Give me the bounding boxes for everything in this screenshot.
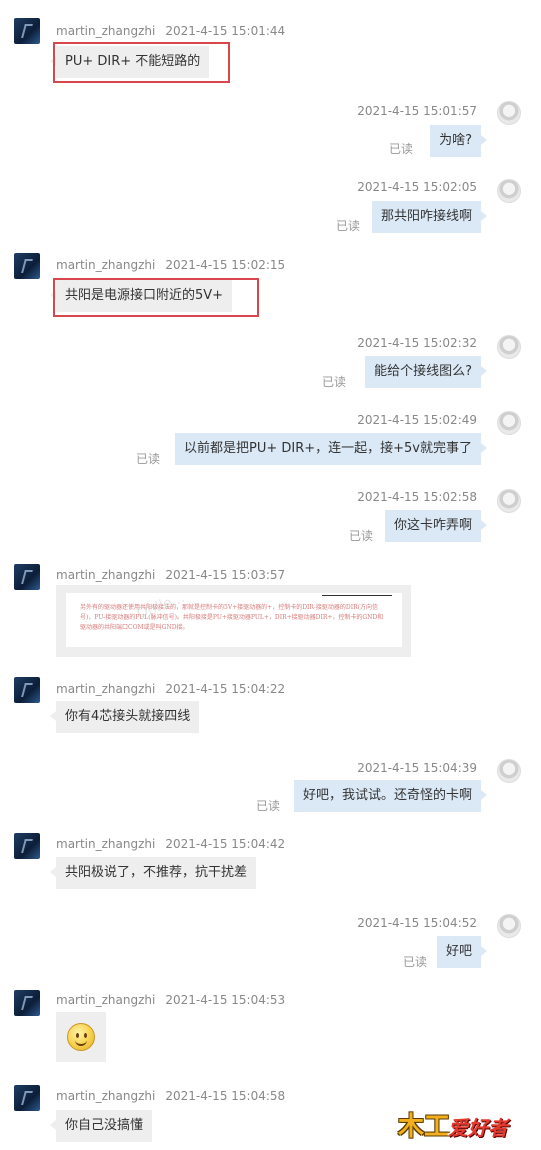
read-status: 已读 xyxy=(322,375,347,389)
message-bubble[interactable]: 你自己没搞懂 xyxy=(49,1110,153,1142)
message-bubble[interactable]: 好吧，我试试。还奇怪的卡啊 xyxy=(293,780,488,812)
timestamp: 2021-4-15 15:02:15 xyxy=(165,258,286,272)
site-logo: 木工 爱好者 xyxy=(398,1106,526,1142)
self-avatar[interactable] xyxy=(497,335,521,359)
timestamp: 2021-4-15 15:02:32 xyxy=(357,336,477,350)
message-bubble[interactable]: 那共阳咋接线啊 xyxy=(371,201,488,233)
timestamp: 2021-4-15 15:04:53 xyxy=(165,993,286,1007)
message-bubble[interactable]: 能给个接线图么? xyxy=(365,356,487,388)
message-bubble[interactable]: 你有4芯接头就接四线 xyxy=(49,701,200,733)
self-avatar[interactable] xyxy=(497,179,521,203)
read-status: 已读 xyxy=(403,955,428,969)
read-status: 已读 xyxy=(389,142,414,156)
message-meta: martin_zhangzhi 2021-4-15 15:01:44 xyxy=(56,24,285,38)
timestamp: 2021-4-15 15:01:57 xyxy=(357,104,477,118)
image-rule xyxy=(322,595,392,596)
read-status: 已读 xyxy=(336,219,361,233)
user-avatar[interactable] xyxy=(14,18,40,44)
read-status: 已读 xyxy=(136,452,161,466)
self-avatar[interactable] xyxy=(497,914,521,938)
timestamp: 2021-4-15 15:04:22 xyxy=(165,682,286,696)
message-bubble[interactable]: 好吧 xyxy=(436,936,488,968)
user-avatar[interactable] xyxy=(14,564,40,590)
screenshot-image: 另外有的驱动器还使用共阳极接法的，那就是控制卡的5V+接驱动器的+，控制卡的DI… xyxy=(66,593,402,647)
user-avatar[interactable] xyxy=(14,990,40,1016)
username: martin_zhangzhi xyxy=(56,568,156,582)
user-avatar[interactable] xyxy=(14,677,40,703)
timestamp: 2021-4-15 15:04:39 xyxy=(357,761,477,775)
message-bubble[interactable]: 你这卡咋弄啊 xyxy=(384,510,488,542)
highlight-box xyxy=(53,42,230,83)
message-meta: martin_zhangzhi 2021-4-15 15:04:22 xyxy=(56,682,285,696)
message-meta: martin_zhangzhi 2021-4-15 15:04:58 xyxy=(56,1089,285,1103)
timestamp: 2021-4-15 15:02:05 xyxy=(357,180,477,194)
logo-part-1: 木工 xyxy=(398,1112,451,1142)
user-avatar[interactable] xyxy=(14,833,40,859)
timestamp: 2021-4-15 15:03:57 xyxy=(165,568,286,582)
self-avatar[interactable] xyxy=(497,759,521,783)
self-avatar[interactable] xyxy=(497,489,521,513)
logo-part-2: 爱好者 xyxy=(448,1116,508,1140)
message-bubble[interactable]: 共阳极说了，不推荐，抗干扰差 xyxy=(49,857,257,889)
message-bubble[interactable]: 以前都是把PU+ DIR+，连一起，接+5v就完事了 xyxy=(174,433,488,465)
username: martin_zhangzhi xyxy=(56,837,156,851)
timestamp: 2021-4-15 15:01:44 xyxy=(165,24,286,38)
timestamp: 2021-4-15 15:02:49 xyxy=(357,413,477,427)
self-avatar[interactable] xyxy=(497,101,521,125)
message-meta: martin_zhangzhi 2021-4-15 15:04:42 xyxy=(56,837,285,851)
message-meta: martin_zhangzhi 2021-4-15 15:04:53 xyxy=(56,993,285,1007)
highlight-box xyxy=(53,278,259,317)
username: martin_zhangzhi xyxy=(56,682,156,696)
user-avatar[interactable] xyxy=(14,1085,40,1111)
username: martin_zhangzhi xyxy=(56,258,156,272)
username: martin_zhangzhi xyxy=(56,24,156,38)
image-text: 另外有的驱动器还使用共阳极接法的，那就是控制卡的5V+接驱动器的+，控制卡的DI… xyxy=(80,604,384,631)
timestamp: 2021-4-15 15:02:58 xyxy=(357,490,477,504)
image-message[interactable]: 另外有的驱动器还使用共阳极接法的，那就是控制卡的5V+接驱动器的+，控制卡的DI… xyxy=(56,585,411,657)
smiley-face-icon xyxy=(67,1023,95,1051)
emoji-message[interactable] xyxy=(56,1012,106,1062)
message-bubble[interactable]: 为啥? xyxy=(430,125,487,157)
read-status: 已读 xyxy=(349,529,374,543)
timestamp: 2021-4-15 15:04:42 xyxy=(165,837,286,851)
username: martin_zhangzhi xyxy=(56,1089,156,1103)
message-meta: martin_zhangzhi 2021-4-15 15:03:57 xyxy=(56,568,285,582)
timestamp: 2021-4-15 15:04:58 xyxy=(165,1089,286,1103)
message-meta: martin_zhangzhi 2021-4-15 15:02:15 xyxy=(56,258,285,272)
username: martin_zhangzhi xyxy=(56,993,156,1007)
read-status: 已读 xyxy=(256,799,281,813)
timestamp: 2021-4-15 15:04:52 xyxy=(357,916,477,930)
mouth xyxy=(75,1037,87,1046)
user-avatar[interactable] xyxy=(14,253,40,279)
self-avatar[interactable] xyxy=(497,411,521,435)
